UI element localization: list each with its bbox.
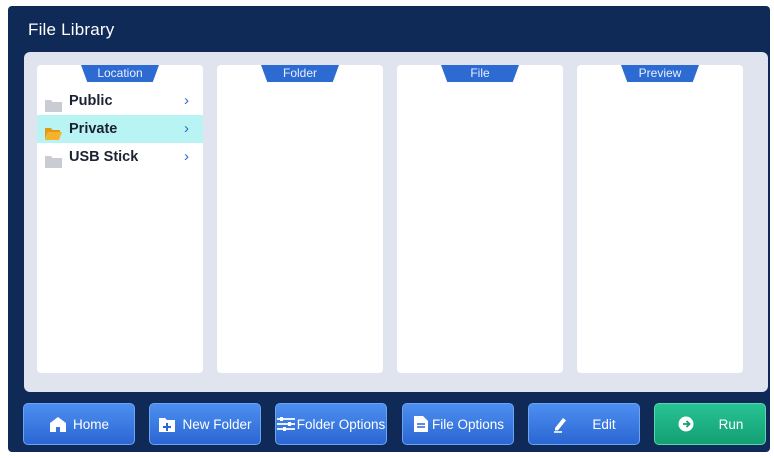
folder-icon — [45, 150, 62, 168]
folder-open-icon — [45, 122, 62, 140]
folder-column: Folder — [217, 65, 383, 373]
file-options-button[interactable]: File Options — [402, 403, 514, 445]
pencil-icon — [552, 415, 570, 433]
folder-column-header: Folder — [261, 65, 339, 82]
location-item-usb-stick[interactable]: USB Stick › — [37, 143, 203, 171]
location-item-label: Public — [69, 93, 113, 109]
location-item-private[interactable]: Private › — [37, 115, 203, 143]
location-column: Location Public › Private › USB Stick › — [37, 65, 203, 373]
location-column-header: Location — [81, 65, 159, 82]
sliders-icon — [276, 415, 295, 433]
home-button[interactable]: Home — [23, 403, 135, 445]
folder-icon — [45, 94, 62, 112]
file-column-header: File — [441, 65, 519, 82]
edit-button[interactable]: Edit — [528, 403, 640, 445]
preview-column: Preview — [577, 65, 743, 373]
new-folder-icon — [158, 415, 176, 433]
bottom-toolbar: Home New Folder Folder Options File Opti… — [23, 403, 768, 447]
preview-column-header: Preview — [621, 65, 699, 82]
folder-options-button[interactable]: Folder Options — [275, 403, 387, 445]
file-column: File — [397, 65, 563, 373]
chevron-right-icon: › — [184, 148, 189, 165]
chevron-right-icon: › — [184, 92, 189, 109]
home-icon — [49, 415, 67, 433]
new-folder-button[interactable]: New Folder — [149, 403, 261, 445]
location-item-label: USB Stick — [69, 149, 139, 165]
window-title: File Library — [28, 20, 115, 39]
chevron-right-icon: › — [184, 120, 189, 137]
location-item-public[interactable]: Public › — [37, 87, 203, 115]
browser-panel: Location Public › Private › USB Stick › … — [24, 52, 768, 392]
location-list: Public › Private › USB Stick › — [37, 87, 203, 171]
location-item-label: Private — [69, 121, 118, 137]
file-options-icon — [412, 415, 430, 433]
run-button[interactable]: Run — [654, 403, 766, 445]
run-icon — [677, 415, 695, 433]
file-library-window: File Library Location Public › Private › — [8, 6, 770, 452]
